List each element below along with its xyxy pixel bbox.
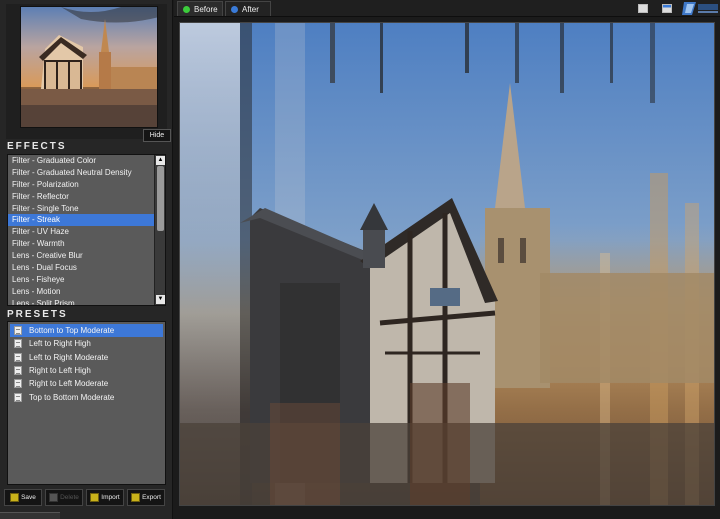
preset-label: Bottom to Top Moderate [29,326,115,336]
topaz-logo-icon [682,2,718,15]
effects-scrollbar[interactable]: ▲ ▼ [154,155,165,305]
delete-button[interactable]: Delete [45,489,83,506]
effect-item[interactable]: Lens - Creative Blur [8,250,155,262]
effect-item[interactable]: Filter - UV Haze [8,226,155,238]
preset-item[interactable]: Right to Left High [8,364,165,377]
effect-item[interactable]: Filter - Graduated Color [8,155,155,167]
hide-button[interactable]: Hide [143,129,171,142]
preset-item[interactable]: Left to Right High [8,337,165,350]
import-icon [90,493,100,502]
split-view-icon[interactable] [662,4,672,13]
navigator-thumbnail[interactable] [20,6,158,128]
preset-label: Left to Right High [29,339,91,349]
scroll-down-icon[interactable]: ▼ [156,295,165,304]
navigator-thumbnail-frame: Hide [6,4,171,142]
preset-item[interactable]: Right to Left Moderate [8,377,165,390]
preset-file-icon [14,379,22,389]
preset-file-icon [14,326,22,336]
image-preview[interactable] [179,22,715,506]
preset-item[interactable]: Top to Bottom Moderate [8,390,165,403]
preset-label: Right to Left Moderate [29,379,109,389]
effect-item[interactable]: Filter - Reflector [8,191,155,203]
tab-after[interactable]: After [225,1,271,16]
effect-item[interactable]: Filter - Graduated Neutral Density [8,167,155,179]
effects-heading: EFFECTS [7,141,67,152]
preview-image [180,23,714,505]
status-strip [0,512,60,519]
preset-item[interactable]: Left to Right Moderate [8,351,165,364]
preset-file-icon [14,366,22,376]
preset-toolbar: Save Delete Import Export [4,489,169,507]
preset-file-icon [14,339,22,349]
left-panel: Hide EFFECTS Filter - Graduated Color Fil… [0,0,173,519]
presets-list[interactable]: Bottom to Top Moderate Left to Right High… [7,321,166,485]
effect-item[interactable]: Lens - Dual Focus [8,262,155,274]
preset-file-icon [14,352,22,362]
effect-item[interactable]: Lens - Motion [8,286,155,298]
presets-heading: PRESETS [7,309,68,320]
preset-label: Left to Right Moderate [29,352,109,362]
import-button[interactable]: Import [86,489,124,506]
export-icon [131,493,141,502]
scroll-up-icon[interactable]: ▲ [156,156,165,165]
top-bar: Before After [174,0,720,17]
save-button[interactable]: Save [4,489,42,506]
effect-item[interactable]: Filter - Warmth [8,238,155,250]
preset-file-icon [14,392,22,402]
single-view-icon[interactable] [638,4,648,13]
effect-item[interactable]: Filter - Single Tone [8,203,155,215]
scrollbar-thumb[interactable] [157,166,164,231]
effect-item[interactable]: Lens - Split Prism [8,298,155,305]
delete-icon [49,493,59,502]
export-button[interactable]: Export [127,489,165,506]
effects-list[interactable]: Filter - Graduated Color Filter - Graduat… [7,154,166,306]
after-dot-icon [231,5,238,13]
preset-label: Right to Left High [29,366,91,376]
effect-item[interactable]: Filter - Streak [8,214,155,227]
before-dot-icon [183,5,190,13]
save-icon [10,493,20,502]
preset-label: Top to Bottom Moderate [29,392,115,402]
effect-item[interactable]: Lens - Fisheye [8,274,155,286]
effect-item[interactable]: Filter - Polarization [8,179,155,191]
tab-before[interactable]: Before [177,1,223,16]
preset-item[interactable]: Bottom to Top Moderate [10,324,163,338]
